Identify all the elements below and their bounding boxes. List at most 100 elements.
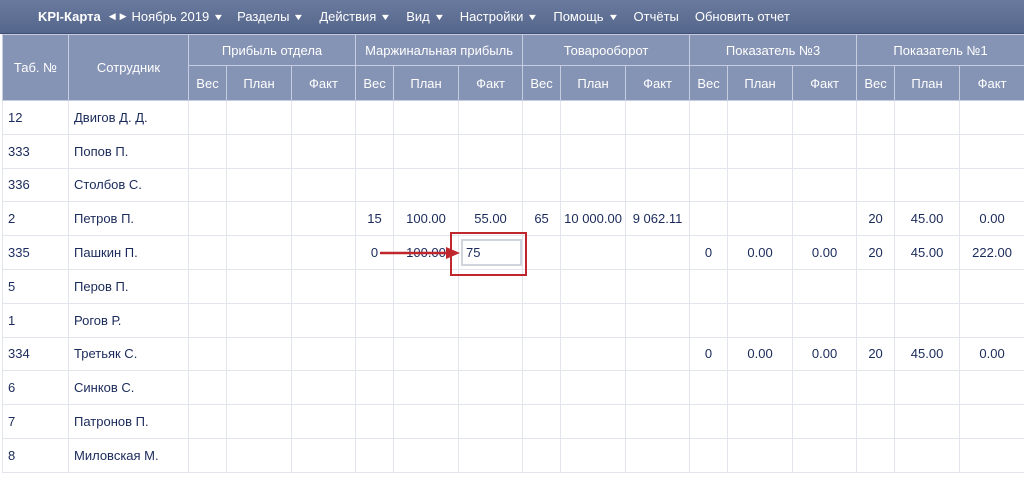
col-subheader[interactable]: Факт bbox=[290, 65, 357, 101]
table-cell[interactable]: 45.00 bbox=[894, 235, 961, 270]
table-cell[interactable] bbox=[522, 167, 562, 203]
table-cell[interactable] bbox=[188, 268, 227, 304]
col-subheader[interactable]: План bbox=[393, 65, 460, 101]
table-cell[interactable] bbox=[458, 167, 524, 203]
table-cell[interactable] bbox=[290, 167, 357, 203]
col-subheader[interactable]: Факт bbox=[959, 65, 1024, 101]
table-cell[interactable] bbox=[625, 268, 691, 304]
table-cell[interactable] bbox=[290, 302, 357, 338]
table-cell[interactable] bbox=[458, 336, 524, 372]
table-cell[interactable]: 20 bbox=[856, 235, 896, 270]
table-cell[interactable] bbox=[689, 370, 729, 406]
table-row[interactable]: 336 Столбов С. bbox=[2, 167, 1024, 203]
table-cell[interactable] bbox=[290, 404, 357, 439]
table-cell[interactable] bbox=[560, 167, 627, 203]
col-subheader[interactable]: Факт bbox=[792, 65, 858, 101]
table-cell[interactable] bbox=[188, 167, 227, 203]
table-cell[interactable] bbox=[393, 268, 460, 304]
table-cell[interactable] bbox=[959, 404, 1024, 439]
table-cell[interactable] bbox=[625, 100, 691, 135]
table-cell[interactable] bbox=[522, 235, 562, 270]
table-cell[interactable] bbox=[290, 235, 357, 270]
table-cell[interactable] bbox=[522, 370, 562, 406]
table-cell[interactable] bbox=[727, 133, 794, 169]
col-subheader[interactable]: План bbox=[894, 65, 961, 101]
table-cell[interactable] bbox=[856, 370, 896, 406]
table-cell[interactable] bbox=[290, 100, 357, 135]
table-cell[interactable] bbox=[727, 302, 794, 338]
table-cell[interactable] bbox=[188, 437, 227, 473]
table-cell[interactable] bbox=[458, 268, 524, 304]
table-cell[interactable] bbox=[393, 336, 460, 372]
table-cell[interactable] bbox=[959, 167, 1024, 203]
table-cell[interactable] bbox=[792, 133, 858, 169]
table-cell[interactable] bbox=[393, 133, 460, 169]
table-cell[interactable] bbox=[625, 370, 691, 406]
menu-item-6[interactable]: Обновить отчет bbox=[695, 9, 790, 24]
table-cell[interactable] bbox=[856, 268, 896, 304]
table-cell[interactable] bbox=[226, 437, 292, 473]
table-cell[interactable] bbox=[689, 302, 729, 338]
table-cell[interactable] bbox=[560, 437, 627, 473]
table-cell[interactable] bbox=[355, 404, 395, 439]
table-cell[interactable] bbox=[290, 437, 357, 473]
table-cell[interactable]: 0.00 bbox=[727, 336, 794, 372]
table-cell[interactable] bbox=[355, 370, 395, 406]
table-cell[interactable] bbox=[727, 268, 794, 304]
table-cell[interactable] bbox=[522, 437, 562, 473]
table-cell[interactable] bbox=[458, 370, 524, 406]
table-cell[interactable] bbox=[226, 302, 292, 338]
table-cell[interactable] bbox=[959, 133, 1024, 169]
table-cell[interactable] bbox=[290, 133, 357, 169]
table-cell[interactable] bbox=[894, 167, 961, 203]
table-cell[interactable] bbox=[355, 133, 395, 169]
table-cell[interactable] bbox=[458, 437, 524, 473]
table-cell[interactable]: 0 bbox=[355, 235, 395, 270]
table-cell[interactable] bbox=[393, 100, 460, 135]
table-cell[interactable]: 9 062.11 bbox=[625, 201, 691, 237]
table-cell[interactable]: 0 bbox=[689, 336, 729, 372]
table-cell[interactable] bbox=[959, 437, 1024, 473]
table-cell[interactable]: 0.00 bbox=[792, 235, 858, 270]
table-cell[interactable] bbox=[188, 336, 227, 372]
table-cell[interactable] bbox=[856, 404, 896, 439]
table-cell[interactable] bbox=[226, 404, 292, 439]
table-row[interactable]: 8 Миловская М. bbox=[2, 437, 1024, 473]
col-subheader[interactable]: План bbox=[727, 65, 794, 101]
table-cell[interactable] bbox=[727, 370, 794, 406]
col-subheader[interactable]: Вес bbox=[522, 65, 562, 101]
table-cell[interactable] bbox=[689, 437, 729, 473]
table-cell[interactable] bbox=[894, 133, 961, 169]
table-cell[interactable] bbox=[458, 302, 524, 338]
menu-item-4[interactable]: Помощь ▼ bbox=[553, 9, 618, 24]
col-subheader[interactable]: Вес bbox=[355, 65, 395, 101]
table-cell[interactable] bbox=[894, 370, 961, 406]
table-cell[interactable] bbox=[856, 302, 896, 338]
table-cell[interactable] bbox=[689, 404, 729, 439]
table-cell[interactable]: 10 000.00 bbox=[560, 201, 627, 237]
table-cell[interactable] bbox=[792, 437, 858, 473]
table-cell[interactable] bbox=[689, 268, 729, 304]
table-cell[interactable] bbox=[625, 133, 691, 169]
next-month-icon[interactable]: ▶ bbox=[120, 11, 127, 22]
table-cell[interactable] bbox=[226, 336, 292, 372]
table-cell[interactable] bbox=[727, 437, 794, 473]
table-cell[interactable] bbox=[393, 167, 460, 203]
table-cell[interactable] bbox=[560, 100, 627, 135]
table-cell[interactable]: 0 bbox=[689, 235, 729, 270]
table-cell[interactable]: 0.00 bbox=[959, 336, 1024, 372]
menu-item-5[interactable]: Отчёты bbox=[634, 9, 679, 24]
table-cell[interactable]: 20 bbox=[856, 201, 896, 237]
table-cell[interactable] bbox=[458, 133, 524, 169]
table-cell[interactable] bbox=[393, 370, 460, 406]
table-cell[interactable]: 20 bbox=[856, 336, 896, 372]
col-subheader[interactable]: Вес bbox=[689, 65, 729, 101]
table-cell[interactable] bbox=[393, 404, 460, 439]
table-cell[interactable] bbox=[226, 268, 292, 304]
table-cell[interactable] bbox=[689, 167, 729, 203]
table-cell[interactable]: 100.00 bbox=[393, 201, 460, 237]
table-cell[interactable] bbox=[560, 268, 627, 304]
col-subheader[interactable]: План bbox=[560, 65, 627, 101]
table-cell[interactable] bbox=[792, 370, 858, 406]
table-cell[interactable] bbox=[560, 133, 627, 169]
